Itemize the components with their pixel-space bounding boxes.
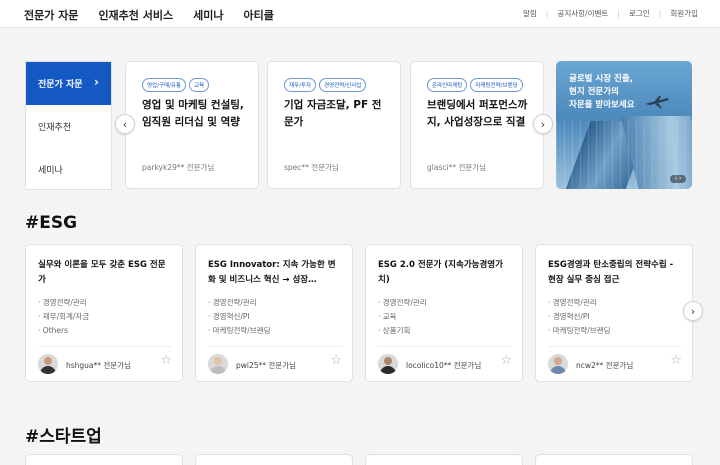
- carousel-prev-button[interactable]: ‹: [115, 114, 135, 134]
- startup-card[interactable]: [535, 454, 693, 465]
- card-author: hshgua** 전문가님: [66, 361, 132, 370]
- tag-list: 경영전략/관리 재무/회계/자금 Others: [38, 296, 89, 338]
- chevron-right-icon: ›: [94, 75, 99, 89]
- tag: 경영전략/관리: [378, 296, 427, 310]
- card-author: locolico10** 전문가님: [406, 361, 482, 370]
- card-footer: hshgua** 전문가님 ☆: [38, 346, 172, 374]
- tag: 경영혁신/PI: [548, 310, 611, 324]
- card-title: 브랜딩에서 퍼포먼스까지, 사업성장으로 직결: [427, 99, 528, 128]
- section-title-startup: #스타트업: [25, 427, 102, 447]
- util-notice[interactable]: 공지사항/이벤트: [557, 8, 608, 19]
- startup-card[interactable]: [365, 454, 523, 465]
- tag: 영업/구매/유통: [142, 78, 187, 92]
- nav-article[interactable]: 아티클: [243, 7, 273, 23]
- divider: |: [617, 9, 620, 18]
- card-title: 기업 자금조달, PF 전문가: [284, 99, 382, 128]
- star-outline-icon[interactable]: ☆: [670, 354, 682, 367]
- card-title: 실무와 이론을 모두 갖춘 ESG 전문가: [38, 260, 166, 285]
- star-outline-icon[interactable]: ☆: [500, 354, 512, 367]
- startup-card[interactable]: [195, 454, 353, 465]
- star-outline-icon[interactable]: ☆: [330, 354, 342, 367]
- nav-talent-recommend[interactable]: 인재추천 서비스: [98, 7, 173, 23]
- avatar: [378, 354, 398, 374]
- tag: 교육: [189, 78, 210, 92]
- card-author: spec** 전문가님: [284, 163, 339, 172]
- carousel-next-button[interactable]: ›: [533, 114, 553, 134]
- card-footer: locolico10** 전문가님 ☆: [378, 346, 512, 374]
- star-outline-icon[interactable]: ☆: [160, 354, 172, 367]
- tag: Others: [38, 324, 89, 338]
- card-title: 영업 및 마케팅 컨설팅, 임직원 리더십 및 역량: [142, 99, 244, 128]
- util-login[interactable]: 로그인: [629, 8, 650, 19]
- tag: 경영전략/관리: [38, 296, 89, 310]
- promo-line: 글로벌 시장 진출,: [569, 74, 633, 84]
- airplane-icon: [645, 96, 669, 108]
- promo-line: 자문을 받아보세요: [569, 100, 635, 110]
- card-author: glasci** 전문가님: [427, 163, 487, 172]
- nav-seminar[interactable]: 세미나: [193, 7, 223, 23]
- tab-expert-advice[interactable]: 전문가 자문 ›: [26, 62, 111, 105]
- card-author: parkyk29** 전문가님: [142, 163, 215, 172]
- tab-talent[interactable]: 인재추천: [26, 105, 111, 148]
- card-title: ESG Innovator: 지속 가능한 변화 및 비즈니스 혁신 → 성장…: [208, 260, 336, 285]
- chevron-left-icon: ‹: [122, 117, 128, 131]
- promo-text: 글로벌 시장 진출, 현지 전문가의 자문을 받아보세요: [569, 73, 635, 112]
- card-title: ESG 2.0 전문가 (지속가능경영가치): [378, 260, 503, 285]
- utility-nav: 알림 | 공지사항/이벤트 | 로그인 | 회원가입: [523, 8, 698, 19]
- tag: 마케팅전략/브랜딩: [548, 324, 611, 338]
- esg-expert-card[interactable]: ESG 2.0 전문가 (지속가능경영가치) 경영전략/관리 교육 상품기획 l…: [365, 244, 523, 382]
- expert-card[interactable]: 재무/투자 경영전략/신사업 기업 자금조달, PF 전문가 spec** 전문…: [267, 61, 401, 189]
- tag-list: 영업/구매/유통 교육: [142, 78, 210, 92]
- util-signup[interactable]: 회원가입: [670, 8, 698, 19]
- expert-card[interactable]: 영업/구매/유통 교육 영업 및 마케팅 컨설팅, 임직원 리더십 및 역량 p…: [125, 61, 259, 189]
- tag-list: 경영전략/관리 경영혁신/PI 마케팅전략/브랜딩: [548, 296, 611, 338]
- util-alarm[interactable]: 알림: [523, 8, 537, 19]
- tag: 마케팅전략/브랜딩: [208, 324, 271, 338]
- tag: 상품기획: [378, 324, 427, 338]
- tag-list: 재무/투자 경영전략/신사업: [284, 78, 367, 92]
- expert-card[interactable]: 온라인마케팅 마케팅전략/브랜딩 브랜딩에서 퍼포먼스까지, 사업성장으로 직결…: [410, 61, 544, 189]
- startup-card[interactable]: [25, 454, 183, 465]
- esg-expert-card[interactable]: ESG경영과 탄소중립의 전략수립 - 현장 실무 중심 접근 경영전략/관리 …: [535, 244, 693, 382]
- divider: |: [658, 9, 662, 18]
- tab-label: 인재추천: [38, 123, 72, 133]
- section-title-esg: #ESG: [25, 213, 78, 233]
- chevron-right-icon: ›: [540, 117, 546, 131]
- category-tabs: 전문가 자문 › 인재추천 세미나: [25, 61, 112, 190]
- tag: 교육: [378, 310, 427, 324]
- tag: 경영전략/신사업: [319, 78, 367, 92]
- esg-expert-card[interactable]: ESG Innovator: 지속 가능한 변화 및 비즈니스 혁신 → 성장……: [195, 244, 353, 382]
- tag: 온라인마케팅: [427, 78, 468, 92]
- card-footer: pwi25** 전문가님 ☆: [208, 346, 342, 374]
- tag: 경영전략/관리: [208, 296, 271, 310]
- tab-label: 세미나: [38, 166, 63, 176]
- card-footer: ncw2** 전문가님 ☆: [548, 346, 682, 374]
- esg-expert-card[interactable]: 실무와 이론을 모두 갖춘 ESG 전문가 경영전략/관리 재무/회계/자금 O…: [25, 244, 183, 382]
- tag: 경영혁신/PI: [208, 310, 271, 324]
- tag: 재무/회계/자금: [38, 310, 89, 324]
- tab-seminar[interactable]: 세미나: [26, 148, 111, 191]
- tab-label: 전문가 자문: [38, 80, 83, 90]
- nav-expert-advice[interactable]: 전문가 자문: [24, 7, 78, 23]
- avatar: [208, 354, 228, 374]
- top-header: 전문가 자문 인재추천 서비스 세미나 아티클 알림 | 공지사항/이벤트 | …: [0, 0, 720, 28]
- tag-list: 경영전략/관리 경영혁신/PI 마케팅전략/브랜딩: [208, 296, 271, 338]
- global-promo-banner[interactable]: 글로벌 시장 진출, 현지 전문가의 자문을 받아보세요 ‹ ›: [556, 61, 692, 189]
- banner-pager-control[interactable]: ‹ ›: [670, 175, 686, 183]
- tag: 재무/투자: [284, 78, 317, 92]
- promo-line: 현지 전문가의: [569, 87, 619, 97]
- tag-list: 경영전략/관리 교육 상품기획: [378, 296, 427, 338]
- card-author: ncw2** 전문가님: [576, 361, 634, 370]
- card-author: pwi25** 전문가님: [236, 361, 297, 370]
- avatar: [548, 354, 568, 374]
- esg-next-button[interactable]: ›: [683, 301, 703, 321]
- tag-list: 온라인마케팅 마케팅전략/브랜딩: [427, 78, 523, 92]
- divider: |: [545, 9, 549, 18]
- main-nav: 전문가 자문 인재추천 서비스 세미나 아티클: [24, 7, 294, 23]
- card-title: ESG경영과 탄소중립의 전략수립 - 현장 실무 중심 접근: [548, 260, 674, 285]
- tag: 경영전략/관리: [548, 296, 611, 310]
- avatar: [38, 354, 58, 374]
- tag: 마케팅전략/브랜딩: [470, 78, 523, 92]
- chevron-right-icon: ›: [690, 304, 696, 318]
